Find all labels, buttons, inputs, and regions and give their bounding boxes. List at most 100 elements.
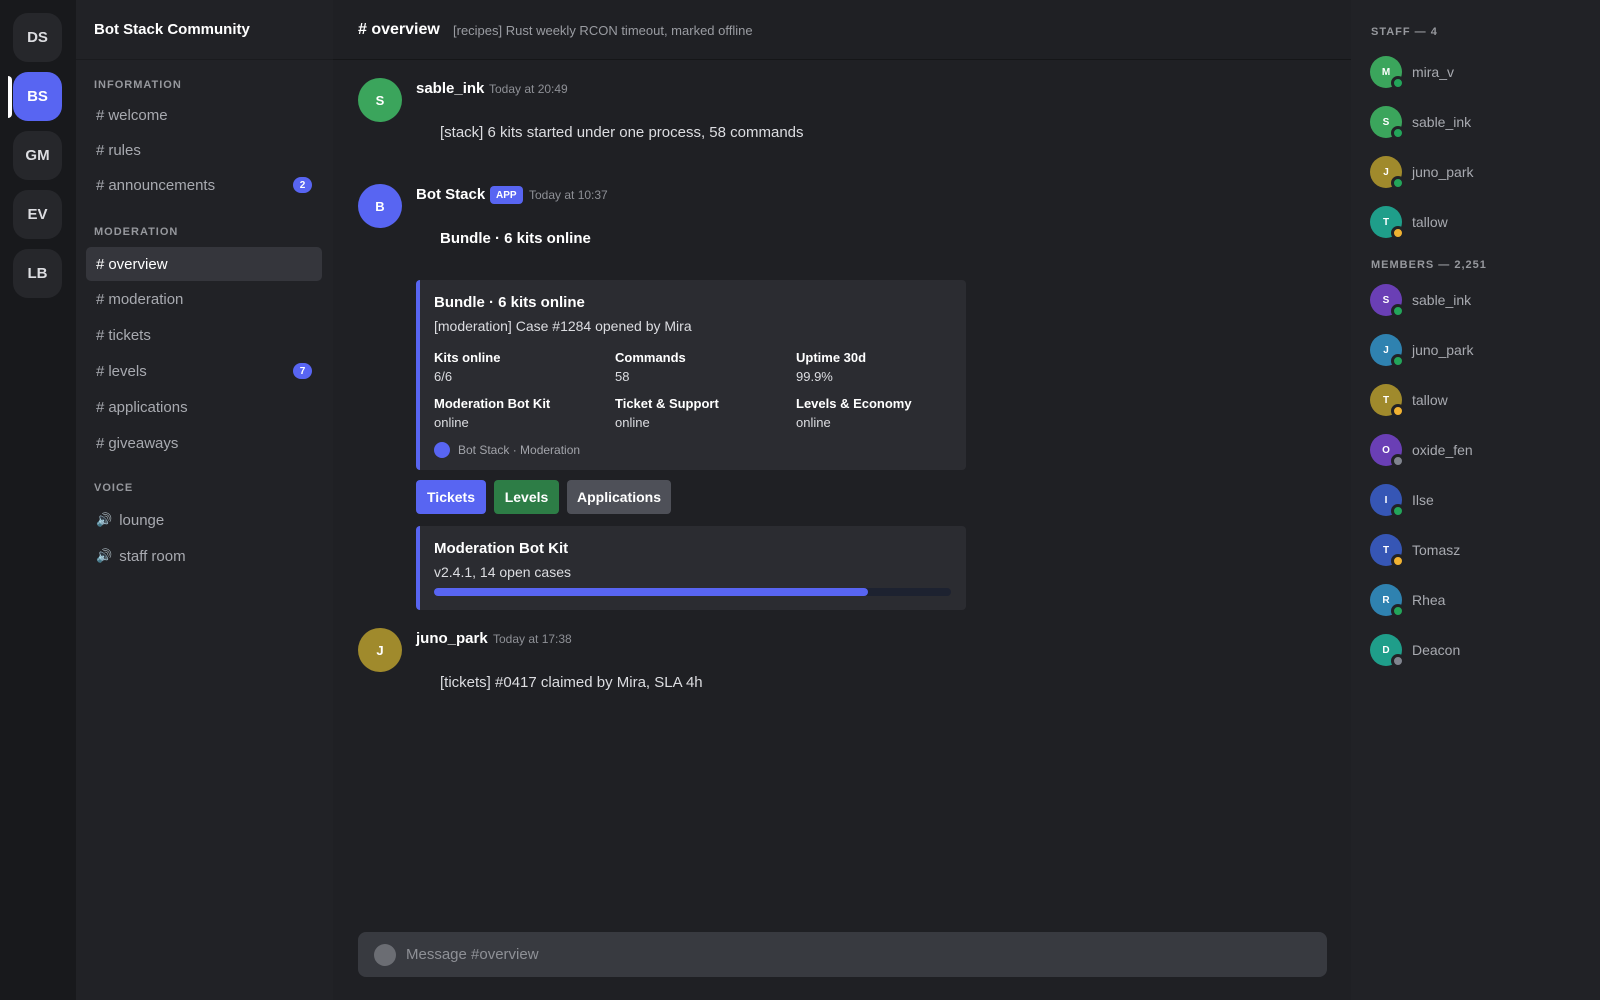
- channel-levels[interactable]: # levels 7: [86, 354, 322, 388]
- member-name: Rhea: [1412, 592, 1446, 608]
- avatar[interactable]: S: [358, 78, 402, 122]
- message-author[interactable]: sable_ink: [416, 80, 484, 97]
- member-item[interactable]: Jjuno_park: [1370, 154, 1590, 194]
- channel-sidebar: Bot Stack Community INFORMATION # welcome…: [76, 0, 333, 1000]
- unread-badge: 7: [293, 363, 312, 379]
- message-text: Bundle · 6 kits online: [440, 230, 591, 247]
- channel-label: welcome: [108, 106, 168, 124]
- applications-button[interactable]: Applications: [567, 480, 671, 514]
- staff-group-header: STAFF — 4: [1371, 26, 1438, 38]
- server-icon-bs[interactable]: BS: [13, 72, 62, 121]
- status-indicator-icon: [1391, 504, 1405, 518]
- member-name: Ilse: [1412, 492, 1434, 508]
- hash-icon: #: [96, 176, 105, 194]
- message-timestamp: Today at 20:49: [489, 82, 568, 96]
- field-name: Commands: [615, 350, 686, 365]
- member-item[interactable]: D Deacon: [1370, 632, 1590, 672]
- category-moderation[interactable]: MODERATION: [94, 226, 178, 238]
- status-indicator-icon: [1391, 304, 1405, 318]
- levels-button[interactable]: Levels: [494, 480, 559, 514]
- field-value: 6/6: [434, 369, 453, 384]
- member-name: Deacon: [1412, 642, 1461, 658]
- member-item[interactable]: Mmira_v: [1370, 54, 1590, 94]
- message-input[interactable]: [406, 932, 1306, 977]
- progress-bar: [434, 588, 951, 596]
- status-indicator-icon: [1391, 176, 1405, 190]
- voice-channel-staff-room[interactable]: 🔊 staff room: [86, 539, 322, 573]
- channel-label: applications: [108, 398, 188, 416]
- server-icon-lb[interactable]: LB: [13, 249, 62, 298]
- guild-name[interactable]: Bot Stack Community: [94, 21, 250, 38]
- hash-icon: #: [96, 290, 105, 308]
- channel-giveaways[interactable]: # giveaways: [86, 426, 322, 460]
- member-item[interactable]: Ssable_ink: [1370, 282, 1590, 322]
- server-icon-ds[interactable]: DS: [13, 13, 62, 62]
- progress-fill: [434, 588, 869, 596]
- message-author[interactable]: juno_park: [416, 630, 488, 647]
- channel-label: lounge: [119, 511, 165, 529]
- active-server-indicator: [8, 76, 12, 118]
- message-text: [stack] 6 kits started under one process…: [440, 124, 804, 141]
- field-name: Kits online: [434, 350, 501, 365]
- hash-icon: #: [96, 141, 105, 159]
- footer-text: Bot Stack · Moderation: [458, 443, 581, 457]
- channel-tickets[interactable]: # tickets: [86, 318, 322, 352]
- server-icon-gm[interactable]: GM: [13, 131, 62, 180]
- server-rail: DS BS GM EV LB: [0, 0, 76, 1000]
- hash-icon: #: [96, 434, 105, 452]
- channel-moderation[interactable]: # moderation: [86, 282, 322, 316]
- field-value: 99.9%: [796, 369, 833, 384]
- member-item[interactable]: Ooxide_fen: [1370, 432, 1590, 472]
- chat-area: # overview [recipes] Rust weekly RCON ti…: [333, 0, 1351, 1000]
- member-item[interactable]: T Tomasz: [1370, 532, 1590, 572]
- member-item[interactable]: Ssable_ink: [1370, 104, 1590, 144]
- avatar[interactable]: J: [358, 628, 402, 672]
- members-group-header: MEMBERS — 2,251: [1371, 259, 1487, 271]
- channel-announcements[interactable]: # announcements 2: [86, 168, 322, 202]
- message-timestamp: Today at 17:38: [493, 632, 572, 646]
- hash-icon: #: [96, 255, 105, 273]
- channel-applications[interactable]: # applications: [86, 390, 322, 424]
- member-item[interactable]: Ttallow: [1370, 204, 1590, 244]
- add-attachment-icon[interactable]: [374, 944, 396, 966]
- speaker-icon: 🔊: [96, 548, 113, 563]
- kit-embed: Moderation Bot Kit v2.4.1, 14 open cases: [416, 526, 966, 610]
- channel-title: # overview: [358, 21, 440, 38]
- category-information[interactable]: INFORMATION: [94, 79, 182, 91]
- embed-footer: Bot Stack · Moderation: [434, 442, 580, 458]
- server-icon-ev[interactable]: EV: [13, 190, 62, 239]
- unread-badge: 2: [293, 177, 312, 193]
- embed-description: v2.4.1, 14 open cases: [434, 564, 571, 580]
- speaker-icon: 🔊: [96, 512, 113, 527]
- divider: [76, 59, 333, 60]
- field-value: online: [434, 415, 469, 430]
- app-badge: APP: [490, 186, 523, 204]
- embed-title: Moderation Bot Kit: [434, 540, 569, 557]
- channel-label: levels: [108, 362, 147, 380]
- member-item[interactable]: R Rhea: [1370, 582, 1590, 622]
- member-name: mira_v: [1412, 64, 1455, 80]
- bot-icon: [434, 442, 450, 458]
- message-author[interactable]: Bot Stack: [416, 186, 485, 203]
- field-name: Uptime 30d: [796, 350, 867, 365]
- channel-overview[interactable]: # overview: [86, 247, 322, 281]
- status-indicator-icon: [1391, 126, 1405, 140]
- tickets-button[interactable]: Tickets: [416, 480, 486, 514]
- channel-label: moderation: [108, 290, 184, 308]
- channel-rules[interactable]: # rules: [86, 133, 322, 167]
- message-timestamp: Today at 10:37: [529, 188, 608, 202]
- channel-topic: [recipes] Rust weekly RCON timeout, mark…: [453, 23, 753, 38]
- channel-label: staff room: [119, 547, 186, 565]
- member-item[interactable]: Jjuno_park: [1370, 332, 1590, 372]
- category-voice[interactable]: VOICE: [94, 482, 133, 494]
- embed-description: [moderation] Case #1284 opened by Mira: [434, 318, 692, 334]
- avatar[interactable]: B: [358, 184, 402, 228]
- status-indicator-icon: [1391, 76, 1405, 90]
- member-item[interactable]: Ttallow: [1370, 382, 1590, 422]
- voice-channel-lounge[interactable]: 🔊 lounge: [86, 503, 322, 537]
- embed-title: Bundle · 6 kits online: [434, 294, 585, 311]
- channel-welcome[interactable]: # welcome: [86, 98, 322, 132]
- member-item[interactable]: I Ilse: [1370, 482, 1590, 522]
- status-indicator-icon: [1391, 604, 1405, 618]
- member-name: sable_ink: [1412, 114, 1472, 130]
